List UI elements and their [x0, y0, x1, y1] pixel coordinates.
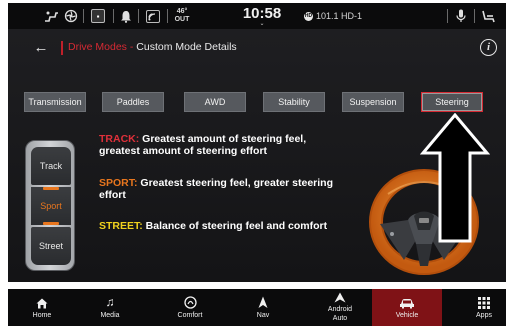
tab-label: Suspension — [349, 97, 397, 107]
nav-android-auto-button[interactable]: Android Auto — [314, 289, 366, 326]
voice-command-button[interactable] — [450, 3, 472, 29]
connectivity-button[interactable] — [142, 3, 164, 29]
climate-controls-button[interactable] — [38, 3, 82, 29]
tab-label: AWD — [204, 97, 226, 107]
nav-label: Home — [32, 312, 52, 319]
microphone-icon — [456, 9, 466, 22]
tab-stability[interactable]: Stability — [263, 92, 325, 112]
clock-time: 10:58 — [242, 5, 282, 22]
status-divider — [447, 9, 448, 23]
status-divider — [474, 9, 475, 23]
heated-seat-icon — [482, 10, 495, 23]
back-button[interactable]: ← — [32, 39, 50, 57]
info-icon: i — [486, 41, 491, 53]
tab-label: Steering — [435, 97, 469, 107]
selected-indicator — [43, 222, 59, 225]
status-divider — [113, 9, 114, 23]
car-icon — [399, 289, 415, 309]
back-arrow-icon: ← — [33, 39, 49, 56]
apps-grid-icon — [478, 289, 490, 309]
street-description-text: Balance of steering feel and comfort — [142, 220, 328, 232]
track-mode-name: TRACK: — [99, 133, 140, 145]
nav-apps-button[interactable]: Apps — [466, 289, 502, 326]
nav-comfort-button[interactable]: Comfort — [170, 289, 210, 326]
clock[interactable]: 10:58 ⌄ — [232, 3, 292, 29]
nav-home-button[interactable]: Home — [22, 289, 62, 326]
nav-label: Android Auto — [327, 306, 353, 322]
breadcrumb-drive-modes-link[interactable]: Drive Modes — [68, 41, 127, 53]
breadcrumb: Drive Modes - Custom Mode Details — [68, 41, 237, 53]
page-header: ← Drive Modes - Custom Mode Details i — [8, 29, 506, 67]
track-description: TRACK: Greatest amount of steering feel,… — [99, 133, 349, 157]
nav-label: Media — [100, 312, 120, 319]
hd-radio-icon: HD — [304, 11, 313, 21]
mode-street-button[interactable]: Street — [31, 227, 71, 265]
status-divider — [167, 9, 168, 23]
up-arrow-callout-icon — [420, 113, 490, 243]
bell-icon — [121, 10, 131, 23]
street-description: STREET: Balance of steering feel and com… — [99, 220, 349, 232]
signal-icon — [146, 9, 160, 23]
screen: ▪ 46° OUT 10:58 ⌄ HD 101.1 HD-1 ← Drive … — [0, 0, 513, 326]
tab-label: Transmission — [28, 97, 82, 107]
street-mode-name: STREET: — [99, 220, 143, 232]
tab-label: Stability — [278, 97, 310, 107]
home-icon — [36, 289, 48, 309]
nav-label: Comfort — [177, 312, 203, 319]
mode-label: Street — [38, 241, 63, 251]
tab-awd[interactable]: AWD — [184, 92, 246, 112]
status-divider — [138, 9, 139, 23]
nav-label: Apps — [476, 312, 492, 319]
mode-label: Track — [39, 161, 63, 171]
mode-track-button[interactable]: Track — [31, 147, 71, 185]
sport-mode-name: SPORT: — [99, 177, 138, 189]
mode-sport-button[interactable]: Sport — [31, 187, 71, 225]
tab-transmission[interactable]: Transmission — [24, 92, 86, 112]
selected-indicator — [43, 187, 59, 190]
temperature-label: OUT — [174, 16, 190, 23]
mode-label: Sport — [40, 201, 62, 211]
status-menu-button[interactable]: ▪ — [86, 3, 110, 29]
drive-mode-selector: Track Sport Street — [25, 140, 75, 271]
tab-steering[interactable]: Steering — [421, 92, 483, 112]
android-auto-icon — [334, 289, 346, 303]
tab-label: Paddles — [116, 97, 150, 107]
tab-suspension[interactable]: Suspension — [342, 92, 404, 112]
status-bar: ▪ 46° OUT 10:58 ⌄ HD 101.1 HD-1 — [8, 3, 506, 29]
temperature-value: 46° — [176, 8, 188, 15]
nav-media-button[interactable]: ♫ Media — [90, 289, 130, 326]
page-title: Custom Mode Details — [136, 41, 237, 53]
outside-temperature: 46° OUT — [170, 3, 194, 29]
title-accent-bar — [61, 41, 63, 55]
sport-description: SPORT: Greatest steering feel, greater s… — [99, 177, 349, 201]
heated-steering-icon — [44, 11, 58, 22]
chevron-down-icon: ⌄ — [259, 21, 265, 27]
nav-label: Nav — [256, 312, 270, 319]
status-divider — [83, 9, 84, 23]
bottom-nav-bar: Home ♫ Media Comfort Nav Android Auto Ve… — [8, 289, 506, 326]
comfort-icon — [183, 289, 197, 309]
main-panel: ← Drive Modes - Custom Mode Details i Tr… — [8, 29, 506, 282]
navigation-arrow-icon — [258, 289, 268, 309]
nav-vehicle-button[interactable]: Vehicle — [372, 289, 442, 326]
radio-station-button[interactable]: HD 101.1 HD-1 — [304, 3, 384, 29]
radio-station-label: 101.1 HD-1 — [316, 11, 363, 21]
music-note-icon: ♫ — [105, 295, 115, 309]
nav-navigation-button[interactable]: Nav — [243, 289, 283, 326]
notifications-button[interactable] — [116, 3, 136, 29]
breadcrumb-separator: - — [126, 41, 137, 53]
info-button[interactable]: i — [480, 39, 497, 56]
nav-label: Vehicle — [395, 312, 419, 319]
sd-card-icon: ▪ — [91, 9, 105, 23]
heated-seat-button[interactable] — [478, 3, 500, 29]
tab-paddles[interactable]: Paddles — [102, 92, 164, 112]
fan-icon — [64, 9, 77, 23]
